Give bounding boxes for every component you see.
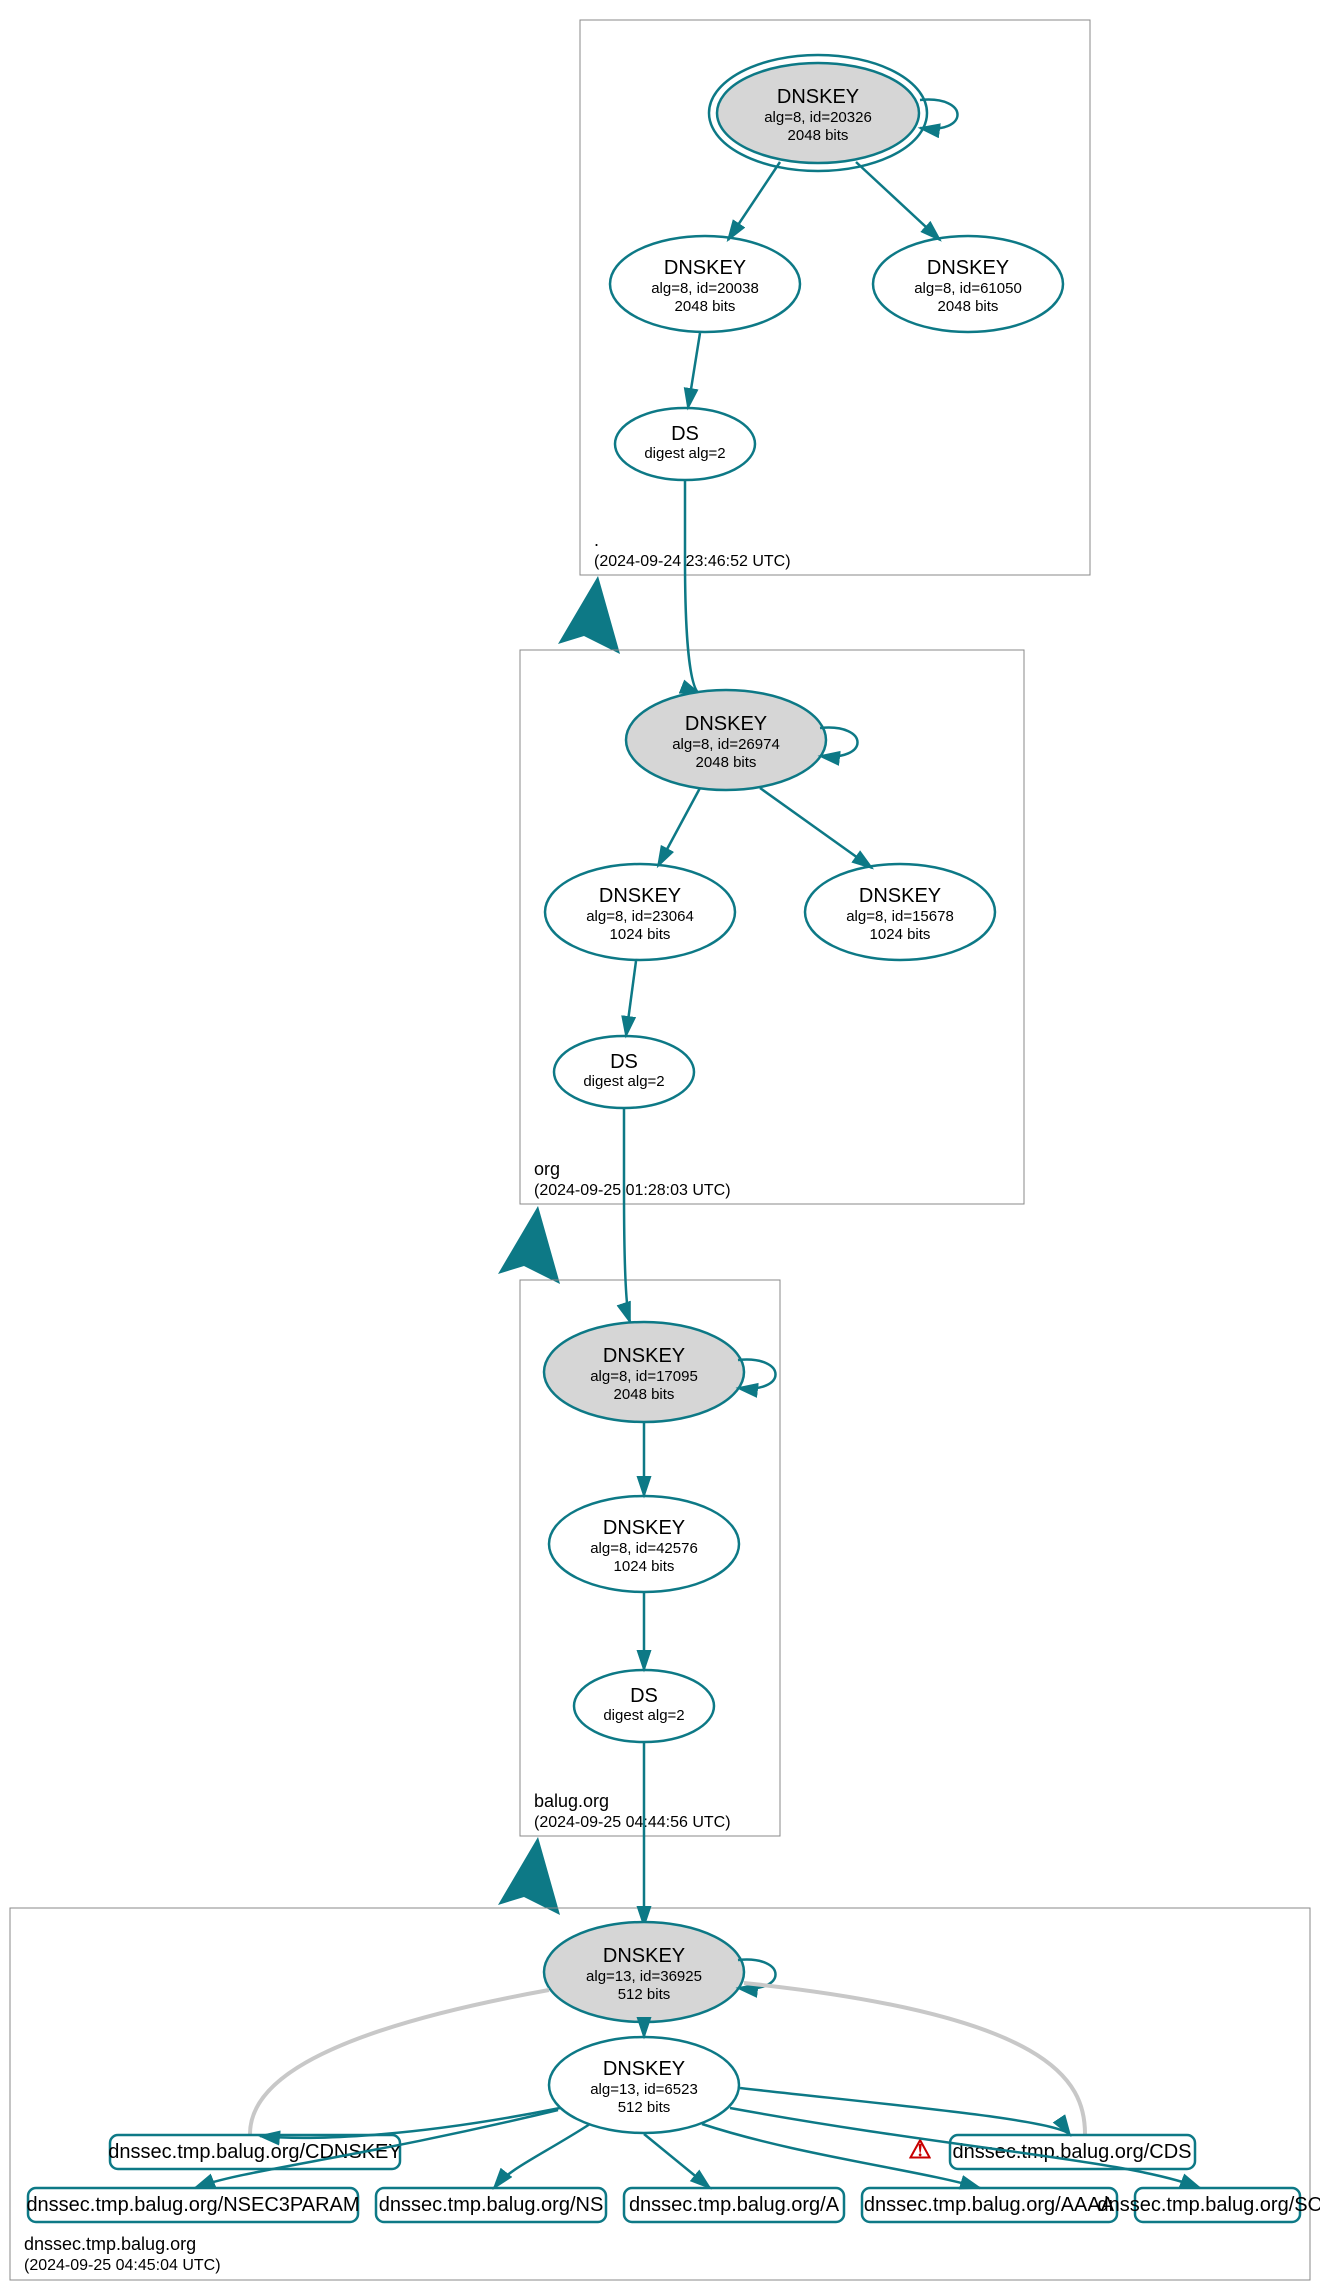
svg-text:DS: DS [610,1051,638,1073]
svg-text:2048 bits: 2048 bits [938,298,999,315]
svg-text:2048 bits: 2048 bits [788,127,849,144]
svg-text:alg=8, id=15678: alg=8, id=15678 [846,908,954,925]
svg-text:DNSKEY: DNSKEY [603,1945,685,1967]
svg-text:DNSKEY: DNSKEY [664,257,746,279]
svg-text:alg=8, id=23064: alg=8, id=23064 [586,908,694,925]
svg-text:2048 bits: 2048 bits [614,1386,675,1403]
zone-arrow-root-org [558,576,620,654]
svg-text:DNSKEY: DNSKEY [859,885,941,907]
svg-text:2048 bits: 2048 bits [696,754,757,771]
svg-text:dnssec.tmp.balug.org/NS: dnssec.tmp.balug.org/NS [379,2194,604,2216]
zone-balug-ts: (2024-09-25 04:44:56 UTC) [534,1814,731,1831]
zone-arrow-org-balug [498,1206,560,1284]
svg-text:DNSKEY: DNSKEY [599,885,681,907]
svg-text:dnssec.tmp.balug.org/A: dnssec.tmp.balug.org/A [629,2194,840,2216]
zone-dnssec-label: dnssec.tmp.balug.org [24,2234,196,2254]
dnssec-graph: . (2024-09-24 23:46:52 UTC) DNSKEY alg=8… [0,0,1320,2290]
zone-dnssec-ts: (2024-09-25 04:45:04 UTC) [24,2257,221,2274]
svg-text:DS: DS [671,423,699,445]
svg-text:DNSKEY: DNSKEY [603,1345,685,1367]
svg-text:alg=13, id=36925: alg=13, id=36925 [586,1968,702,1985]
svg-text:DNSKEY: DNSKEY [603,1517,685,1539]
svg-text:512 bits: 512 bits [618,2099,671,2116]
svg-text:dnssec.tmp.balug.org/SOA: dnssec.tmp.balug.org/SOA [1097,2194,1320,2216]
svg-text:digest alg=2: digest alg=2 [603,1707,684,1724]
svg-text:DNSKEY: DNSKEY [927,257,1009,279]
svg-text:DNSKEY: DNSKEY [685,713,767,735]
zone-arrow-balug-dnssec [498,1837,560,1915]
svg-text:DNSKEY: DNSKEY [603,2058,685,2080]
svg-text:digest alg=2: digest alg=2 [583,1073,664,1090]
svg-text:dnssec.tmp.balug.org/AAAA: dnssec.tmp.balug.org/AAAA [864,2194,1115,2216]
svg-text:1024 bits: 1024 bits [870,926,931,943]
svg-text:alg=8, id=20038: alg=8, id=20038 [651,280,759,297]
zone-root-label: . [594,530,599,550]
svg-text:alg=8, id=26974: alg=8, id=26974 [672,736,780,753]
svg-text:alg=13, id=6523: alg=13, id=6523 [590,2081,698,2098]
svg-text:512 bits: 512 bits [618,1986,671,2003]
svg-text:DNSKEY: DNSKEY [777,86,859,108]
svg-text:2048 bits: 2048 bits [675,298,736,315]
svg-text:alg=8, id=20326: alg=8, id=20326 [764,109,872,126]
svg-text:digest alg=2: digest alg=2 [644,445,725,462]
svg-text:DS: DS [630,1685,658,1707]
zone-org-label: org [534,1159,560,1179]
zone-org-ts: (2024-09-25 01:28:03 UTC) [534,1182,731,1199]
svg-text:dnssec.tmp.balug.org/NSEC3PARA: dnssec.tmp.balug.org/NSEC3PARAM [26,2194,359,2216]
svg-text:alg=8, id=61050: alg=8, id=61050 [914,280,1022,297]
svg-text:alg=8, id=42576: alg=8, id=42576 [590,1540,698,1557]
zone-balug-label: balug.org [534,1791,609,1811]
svg-text:alg=8, id=17095: alg=8, id=17095 [590,1368,698,1385]
zone-root-ts: (2024-09-24 23:46:52 UTC) [594,553,791,570]
svg-text:1024 bits: 1024 bits [610,926,671,943]
svg-text:1024 bits: 1024 bits [614,1558,675,1575]
